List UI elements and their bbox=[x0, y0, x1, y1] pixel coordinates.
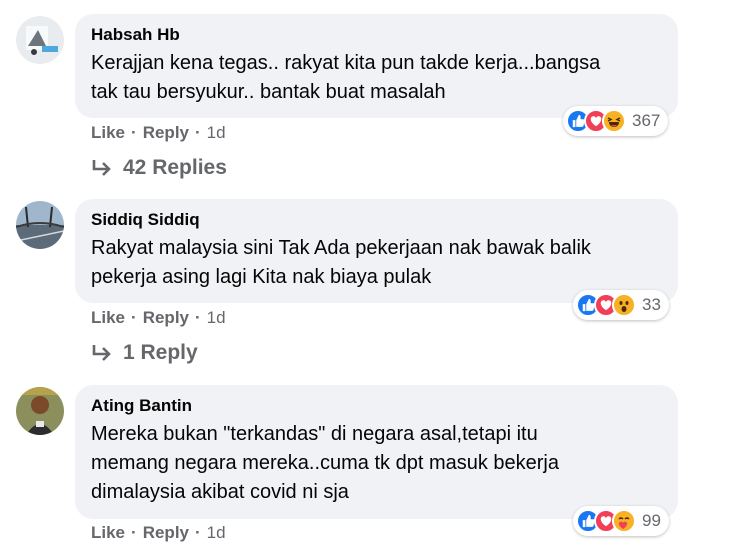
reaction-count: 367 bbox=[632, 111, 661, 130]
reaction-count: 99 bbox=[642, 511, 661, 530]
timestamp[interactable]: 1d bbox=[207, 523, 226, 543]
comment-text: Mereka bukan "terkandas" di negara asal,… bbox=[91, 423, 559, 503]
replies-label: 42 Replies bbox=[123, 156, 227, 179]
avatar[interactable] bbox=[16, 201, 64, 249]
replies-label: 1 Reply bbox=[123, 341, 198, 364]
comment-text: Rakyat malaysia sini Tak Ada pekerjaan n… bbox=[91, 237, 591, 288]
reactions-summary[interactable]: 367 bbox=[563, 106, 669, 136]
avatar[interactable] bbox=[16, 16, 64, 64]
author-name[interactable]: Ating Bantin bbox=[91, 395, 662, 417]
reply-link[interactable]: Reply bbox=[143, 523, 189, 543]
reactions-summary[interactable]: 99 bbox=[573, 506, 669, 536]
separator: · bbox=[131, 123, 137, 142]
haha-icon bbox=[602, 109, 626, 133]
avatar[interactable] bbox=[16, 387, 64, 435]
comment-bubble: Habsah Hb Kerajjan kena tegas.. rakyat k… bbox=[75, 14, 678, 118]
comment-actions: Like · Reply · 1d bbox=[91, 123, 226, 143]
reaction-count: 33 bbox=[642, 295, 661, 314]
like-link[interactable]: Like bbox=[91, 123, 125, 143]
separator: · bbox=[195, 308, 201, 327]
care-icon bbox=[612, 509, 636, 533]
author-name[interactable]: Habsah Hb bbox=[91, 24, 662, 46]
comment-bubble: Ating Bantin Mereka bukan "terkandas" di… bbox=[75, 385, 678, 519]
timestamp[interactable]: 1d bbox=[207, 123, 226, 143]
separator: · bbox=[195, 523, 201, 542]
comment-actions: Like · Reply · 1d bbox=[91, 523, 226, 543]
author-name[interactable]: Siddiq Siddiq bbox=[91, 209, 662, 231]
like-link[interactable]: Like bbox=[91, 523, 125, 543]
like-link[interactable]: Like bbox=[91, 308, 125, 328]
reply-arrow-icon bbox=[91, 344, 113, 362]
separator: · bbox=[131, 308, 137, 327]
reply-link[interactable]: Reply bbox=[143, 308, 189, 328]
comment-actions: Like · Reply · 1d bbox=[91, 308, 226, 328]
view-replies-link[interactable]: 42 Replies bbox=[91, 156, 227, 180]
reply-arrow-icon bbox=[91, 159, 113, 177]
timestamp[interactable]: 1d bbox=[207, 308, 226, 328]
comment-text: Kerajjan kena tegas.. rakyat kita pun ta… bbox=[91, 52, 601, 103]
reply-link[interactable]: Reply bbox=[143, 123, 189, 143]
wow-icon bbox=[612, 293, 636, 317]
view-replies-link[interactable]: 1 Reply bbox=[91, 341, 198, 365]
reactions-summary[interactable]: 33 bbox=[573, 290, 669, 320]
separator: · bbox=[195, 123, 201, 142]
separator: · bbox=[131, 523, 137, 542]
comment-bubble: Siddiq Siddiq Rakyat malaysia sini Tak A… bbox=[75, 199, 678, 303]
